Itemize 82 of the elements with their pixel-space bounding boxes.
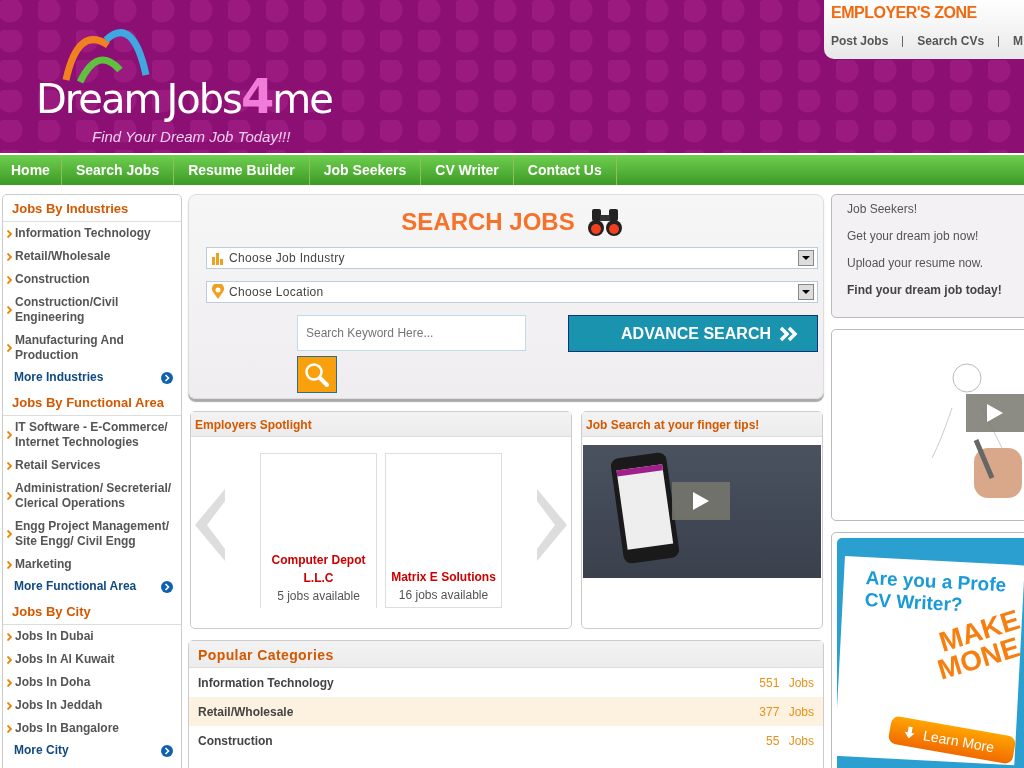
job-count: 377 Jobs: [759, 704, 814, 719]
arrow-circle-icon[interactable]: [161, 371, 173, 384]
arrow-circle-icon[interactable]: [161, 744, 173, 757]
sidebar-link[interactable]: Jobs In Bangalore: [15, 721, 120, 736]
search-button[interactable]: [297, 356, 337, 393]
location-pin-icon: [211, 284, 225, 300]
chevron-icon: [7, 344, 12, 352]
seekers-text: Find your dream job today!: [847, 283, 1003, 297]
logo-tagline: Find Your Dream Job Today!!!: [92, 128, 291, 145]
employer-job-count: 5 jobs available: [277, 588, 360, 605]
chevron-icon: [7, 229, 12, 238]
employer-card[interactable]: Matrix E Solutions 16 jobs available: [385, 453, 502, 608]
double-chevron-icon: [779, 325, 799, 342]
sidebar-link[interactable]: Jobs In Doha: [15, 675, 91, 690]
job-count: 55 Jobs: [765, 733, 814, 748]
sidebar-link[interactable]: Retail Services: [15, 458, 101, 473]
video-placeholder[interactable]: [583, 445, 821, 578]
sidebar-link[interactable]: Construction: [15, 272, 90, 287]
chevron-icon: [7, 306, 12, 314]
employer-name[interactable]: Matrix E Solutions: [391, 568, 496, 586]
sidebar-heading: Jobs By Industries: [3, 195, 181, 222]
category-link[interactable]: Information Technology: [198, 675, 334, 690]
sidebar-link[interactable]: Information Technology: [15, 226, 151, 241]
chevron-icon: [7, 431, 12, 439]
more-link[interactable]: More City: [14, 743, 69, 758]
sidebar-link[interactable]: Jobs In Al Kuwait: [15, 652, 115, 667]
binoculars-icon: [586, 207, 623, 237]
sidebar-link[interactable]: Retail/Wholesale: [15, 249, 111, 264]
chevron-icon: [7, 678, 12, 687]
arrow-circle-icon[interactable]: [161, 580, 173, 593]
more-link[interactable]: More Functional Area: [14, 579, 137, 594]
sidebar-link[interactable]: Jobs In Dubai: [15, 629, 94, 644]
chevron-icon: [7, 275, 12, 284]
sidebar-link[interactable]: Marketing: [15, 557, 72, 572]
play-icon: [987, 404, 1003, 422]
chevron-icon: [7, 701, 12, 710]
sidebar-link[interactable]: IT Software - E-Commerce/ Internet Technologies: [15, 420, 177, 450]
sidebar-link[interactable]: Administration/ Secreterial/ Clerical Operations: [15, 481, 177, 511]
sidebar-heading: Jobs By City: [3, 598, 181, 625]
seekers-text: Job Seekers!: [847, 202, 919, 216]
keyword-field[interactable]: Search Keyword Here...: [297, 315, 526, 351]
seekers-text: Get your dream job now!: [847, 229, 980, 243]
employer-link[interactable]: Search CVs: [917, 34, 985, 48]
chevron-icon: [7, 252, 12, 261]
employer-name[interactable]: Computer Depot L.L.C: [261, 551, 376, 587]
chart-icon: [211, 251, 225, 265]
chevron-icon: [7, 632, 12, 641]
employer-link[interactable]: M: [1013, 34, 1024, 48]
logo-wordmark[interactable]: DreamJobs4me: [36, 68, 332, 124]
more-link[interactable]: More Industries: [14, 370, 104, 385]
employer-zone-title: EMPLOYER'S ZONE: [831, 4, 978, 22]
chevron-icon: [7, 530, 12, 538]
sidebar-link[interactable]: Construction/Civil Engineering: [15, 295, 177, 325]
sidebar-link[interactable]: Manufacturing And Production: [15, 333, 177, 363]
panel-heading: Popular Categories: [189, 641, 823, 668]
seekers-text: Upload your resume now.: [847, 256, 985, 270]
chevron-icon: [7, 655, 12, 664]
chevron-icon: [7, 461, 12, 470]
advance-search-button[interactable]: ADVANCE SEARCH: [568, 315, 818, 352]
sidebar-link[interactable]: Engg Project Management/ Site Engg/ Civil Engg: [15, 519, 177, 549]
search-icon: [304, 361, 330, 388]
sidebar-heading: Jobs By Functional Area: [3, 389, 181, 416]
panel-heading: Employers Spotlight: [191, 412, 571, 437]
chevron-icon: [7, 492, 12, 500]
panel-heading: Job Search at your finger tips!: [582, 412, 822, 437]
job-count: 551 Jobs: [759, 675, 814, 690]
employer-job-count: 16 jobs available: [398, 587, 489, 604]
play-button[interactable]: [966, 394, 1024, 432]
down-arrow-icon: [902, 725, 917, 740]
employer-card[interactable]: Computer Depot L.L.C 5 jobs available: [260, 453, 377, 608]
ad-headline: CV Writer?: [864, 589, 963, 616]
employer-link[interactable]: Post Jobs: [831, 34, 889, 48]
chevron-icon: [7, 724, 12, 733]
industry-dropdown[interactable]: Choose Job Industry: [206, 247, 818, 269]
search-title: SEARCH JOBS: [401, 208, 575, 236]
play-icon: [693, 492, 709, 510]
location-dropdown[interactable]: Choose Location: [206, 281, 818, 303]
sidebar-link[interactable]: Jobs In Jeddah: [15, 698, 103, 713]
play-button[interactable]: [672, 482, 730, 520]
chevron-icon: [7, 560, 12, 569]
category-link[interactable]: Construction: [198, 733, 273, 748]
category-link[interactable]: Retail/Wholesale: [198, 704, 294, 719]
